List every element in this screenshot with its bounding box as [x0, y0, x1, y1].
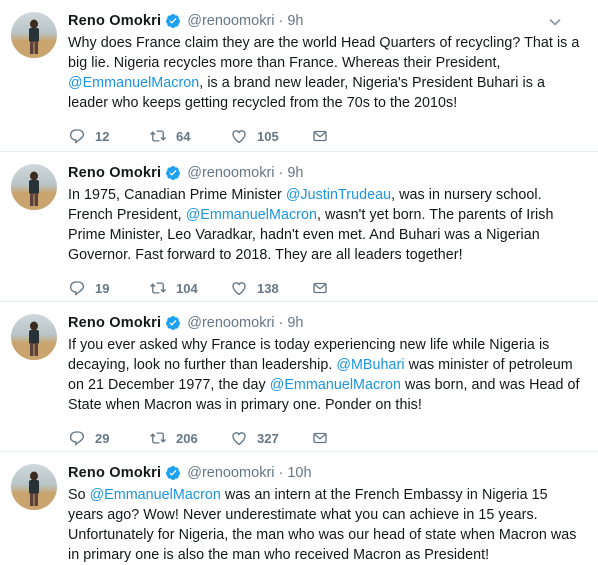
- direct-message-button[interactable]: [311, 127, 392, 145]
- retweet-button[interactable]: 206: [149, 429, 230, 447]
- avatar[interactable]: [11, 12, 57, 58]
- tweet-actions: 12 64 105: [68, 126, 586, 146]
- verified-badge-icon: [166, 466, 181, 480]
- mention-link[interactable]: @EmmanuelMacron: [270, 377, 401, 393]
- retweet-count: 206: [176, 430, 198, 446]
- tweet[interactable]: Reno Omokri @renoomokri · 10h So @Emmanu…: [0, 452, 598, 565]
- tweet-text-run: So: [68, 487, 90, 503]
- reply-button[interactable]: 12: [68, 127, 149, 145]
- mention-link[interactable]: @EmmanuelMacron: [186, 207, 317, 223]
- author-name[interactable]: Reno Omokri: [68, 13, 161, 29]
- verified-badge-icon: [166, 166, 181, 180]
- tweet-timeline: Reno Omokri @renoomokri · 9h Why does Fr…: [0, 0, 598, 565]
- reply-count: 12: [95, 128, 110, 144]
- author-name[interactable]: Reno Omokri: [68, 315, 161, 331]
- separator-dot: ·: [278, 13, 284, 29]
- like-button[interactable]: 105: [230, 127, 311, 145]
- author-handle[interactable]: @renoomokri: [187, 13, 274, 29]
- reply-icon: [69, 281, 85, 296]
- tweet-text: So @EmmanuelMacron was an intern at the …: [68, 485, 586, 565]
- tweet-text: In 1975, Canadian Prime Minister @Justin…: [68, 185, 586, 265]
- like-count: 138: [257, 280, 279, 296]
- timestamp[interactable]: 10h: [287, 465, 311, 481]
- mention-link[interactable]: @MBuhari: [336, 357, 404, 373]
- direct-message-button[interactable]: [311, 279, 392, 297]
- like-count: 327: [257, 430, 279, 446]
- reply-button[interactable]: 29: [68, 429, 149, 447]
- retweet-icon: [150, 282, 166, 294]
- timestamp[interactable]: 9h: [287, 315, 303, 331]
- separator-dot: ·: [278, 315, 284, 331]
- tweet-actions: 29 206 327: [68, 428, 586, 448]
- author-name[interactable]: Reno Omokri: [68, 465, 161, 481]
- avatar[interactable]: [11, 464, 57, 510]
- tweet[interactable]: Reno Omokri @renoomokri · 9h Why does Fr…: [0, 0, 598, 152]
- retweet-count: 104: [176, 280, 198, 296]
- mention-link[interactable]: @EmmanuelMacron: [68, 75, 199, 91]
- envelope-icon: [313, 130, 327, 142]
- envelope-icon: [313, 432, 327, 444]
- like-count: 105: [257, 128, 279, 144]
- reply-icon: [69, 431, 85, 446]
- tweet-text-run: In 1975, Canadian Prime Minister: [68, 187, 286, 203]
- retweet-count: 64: [176, 128, 191, 144]
- like-button[interactable]: 327: [230, 429, 311, 447]
- reply-count: 19: [95, 280, 110, 296]
- heart-icon: [232, 282, 246, 296]
- retweet-button[interactable]: 104: [149, 279, 230, 297]
- verified-badge-icon: [166, 14, 181, 28]
- author-handle[interactable]: @renoomokri: [187, 465, 274, 481]
- direct-message-button[interactable]: [311, 429, 392, 447]
- heart-icon: [232, 432, 246, 446]
- retweet-icon: [150, 432, 166, 444]
- author-handle[interactable]: @renoomokri: [187, 315, 274, 331]
- envelope-icon: [313, 282, 327, 294]
- retweet-icon: [150, 130, 166, 142]
- chevron-down-icon[interactable]: [548, 15, 562, 29]
- mention-link[interactable]: @EmmanuelMacron: [90, 487, 221, 503]
- separator-dot: ·: [278, 165, 284, 181]
- heart-icon: [232, 130, 246, 144]
- tweet-actions: 19 104 138: [68, 278, 586, 298]
- author-name[interactable]: Reno Omokri: [68, 165, 161, 181]
- timestamp[interactable]: 9h: [287, 13, 303, 29]
- retweet-button[interactable]: 64: [149, 127, 230, 145]
- verified-badge-icon: [166, 316, 181, 330]
- author-handle[interactable]: @renoomokri: [187, 165, 274, 181]
- reply-button[interactable]: 19: [68, 279, 149, 297]
- timestamp[interactable]: 9h: [287, 165, 303, 181]
- tweet-text: If you ever asked why France is today ex…: [68, 335, 586, 415]
- reply-count: 29: [95, 430, 110, 446]
- avatar[interactable]: [11, 164, 57, 210]
- tweet[interactable]: Reno Omokri @renoomokri · 9h If you ever…: [0, 302, 598, 452]
- mention-link[interactable]: @JustinTrudeau: [286, 187, 391, 203]
- tweet-text-run: Why does France claim they are the world…: [68, 35, 580, 71]
- reply-icon: [69, 129, 85, 144]
- separator-dot: ·: [278, 465, 284, 481]
- like-button[interactable]: 138: [230, 279, 311, 297]
- tweet[interactable]: Reno Omokri @renoomokri · 9h In 1975, Ca…: [0, 152, 598, 302]
- avatar[interactable]: [11, 314, 57, 360]
- tweet-text: Why does France claim they are the world…: [68, 33, 586, 113]
